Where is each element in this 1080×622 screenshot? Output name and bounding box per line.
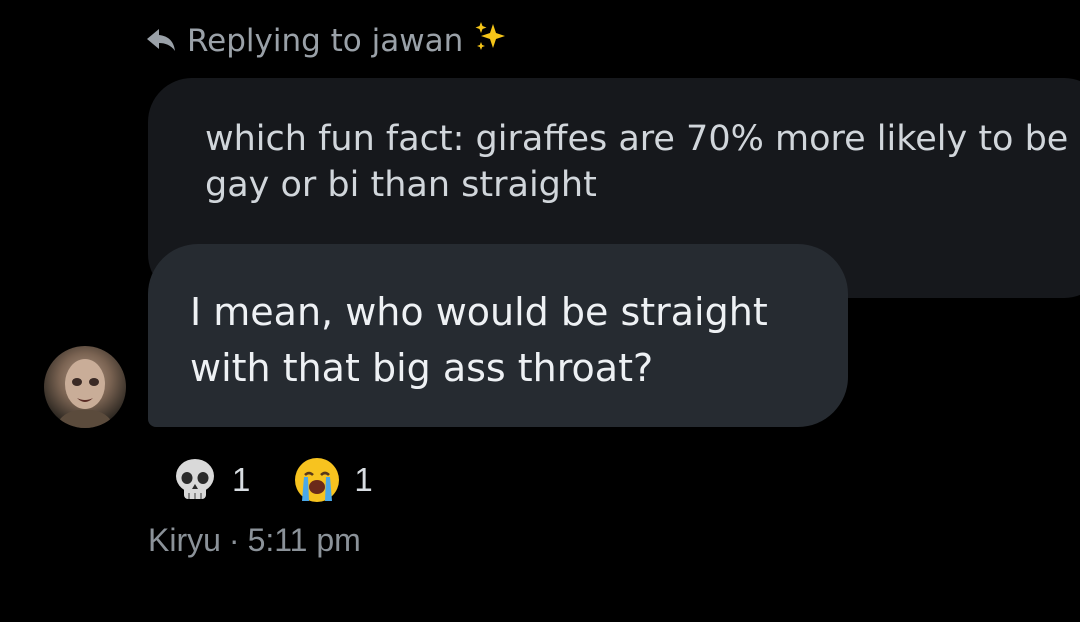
reaction-skull[interactable]: 1 [170,455,250,505]
timestamp: 5:11 pm [247,522,361,558]
dm-conversation: Replying to jawan which fun fact: giraff… [0,0,1080,622]
reactions-bar: 1 1 [170,455,373,505]
reply-arrow-icon [145,27,177,55]
reply-context[interactable]: Replying to jawan [145,18,507,64]
sender-name: Kiryu [148,522,221,558]
meta-separator: · [228,522,240,558]
avatar[interactable] [44,346,126,428]
quoted-message-text: which fun fact: giraffes are 70% more li… [205,119,1069,205]
message-meta: Kiryu · 5:11 pm [148,522,361,559]
sparkles-icon [473,20,507,62]
reaction-loudly-crying[interactable]: 1 [292,455,373,505]
reply-context-text: Replying to jawan [187,23,464,59]
loudly-crying-face-icon [295,458,340,502]
skull-icon [176,459,214,499]
message-bubble[interactable]: I mean, who would be straight with that … [148,244,848,427]
message-text: I mean, who would be straight with that … [190,290,768,390]
reaction-count: 1 [232,461,251,498]
reaction-count: 1 [354,461,373,498]
